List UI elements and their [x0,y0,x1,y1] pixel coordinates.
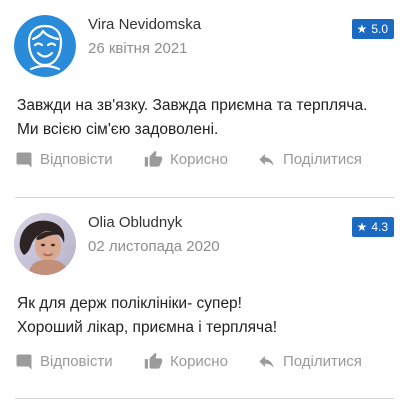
reply-button[interactable]: Відповісти [15,151,144,169]
avatar[interactable] [14,213,76,275]
review-text: Як для держ поліклініки- супер! Хороший … [17,292,277,340]
review-text-line: Ми всією сім'єю задоволені. [17,121,219,138]
helpful-label: Корисно [170,151,228,168]
reply-arrow-icon [259,153,274,166]
rating-badge: ★ 5.0 [351,19,394,39]
rating-value: 5.0 [371,22,388,36]
review-text-line: Хороший лікар, приємна і терпляча! [17,319,278,336]
rating-value: 4.3 [371,220,388,234]
review-actions: Відповісти Корисно Поділитися [15,352,362,371]
divider [15,398,394,399]
review-card: Olia Obludnyk 02 листопада 2020 ★ 4.3 Як… [0,198,409,403]
user-photo [14,213,76,275]
review-actions: Відповісти Корисно Поділитися [15,150,362,169]
thumbs-up-icon [144,150,163,167]
reply-button[interactable]: Відповісти [15,353,144,371]
share-label: Поділитися [283,353,362,370]
review-date: 26 квітня 2021 [88,40,188,57]
reply-arrow-icon [259,355,274,368]
review-card: Vira Nevidomska 26 квітня 2021 ★ 5.0 Зав… [0,0,409,198]
helpful-label: Корисно [170,353,228,370]
author-name: Olia Obludnyk [88,214,183,231]
reply-label: Відповісти [40,353,113,370]
avatar[interactable] [14,15,76,77]
share-button[interactable]: Поділитися [257,352,362,371]
helpful-button[interactable]: Корисно [144,150,257,169]
review-text-line: Завжди на зв'язку. Завжда приємна та тер… [17,97,368,114]
author-name: Vira Nevidomska [88,16,202,33]
review-date: 02 листопада 2020 [88,238,220,255]
star-icon: ★ [356,22,368,36]
comment-icon [16,152,32,167]
rating-badge: ★ 4.3 [351,217,394,237]
smiley-face-icon [14,15,76,77]
thumbs-up-icon [144,352,163,369]
comment-icon [16,354,32,369]
star-icon: ★ [356,220,368,234]
reply-label: Відповісти [40,151,113,168]
share-label: Поділитися [283,151,362,168]
review-text: Завжди на зв'язку. Завжда приємна та тер… [17,94,367,142]
share-button[interactable]: Поділитися [257,150,362,169]
review-text-line: Як для держ поліклініки- супер! [17,295,242,312]
helpful-button[interactable]: Корисно [144,352,257,371]
